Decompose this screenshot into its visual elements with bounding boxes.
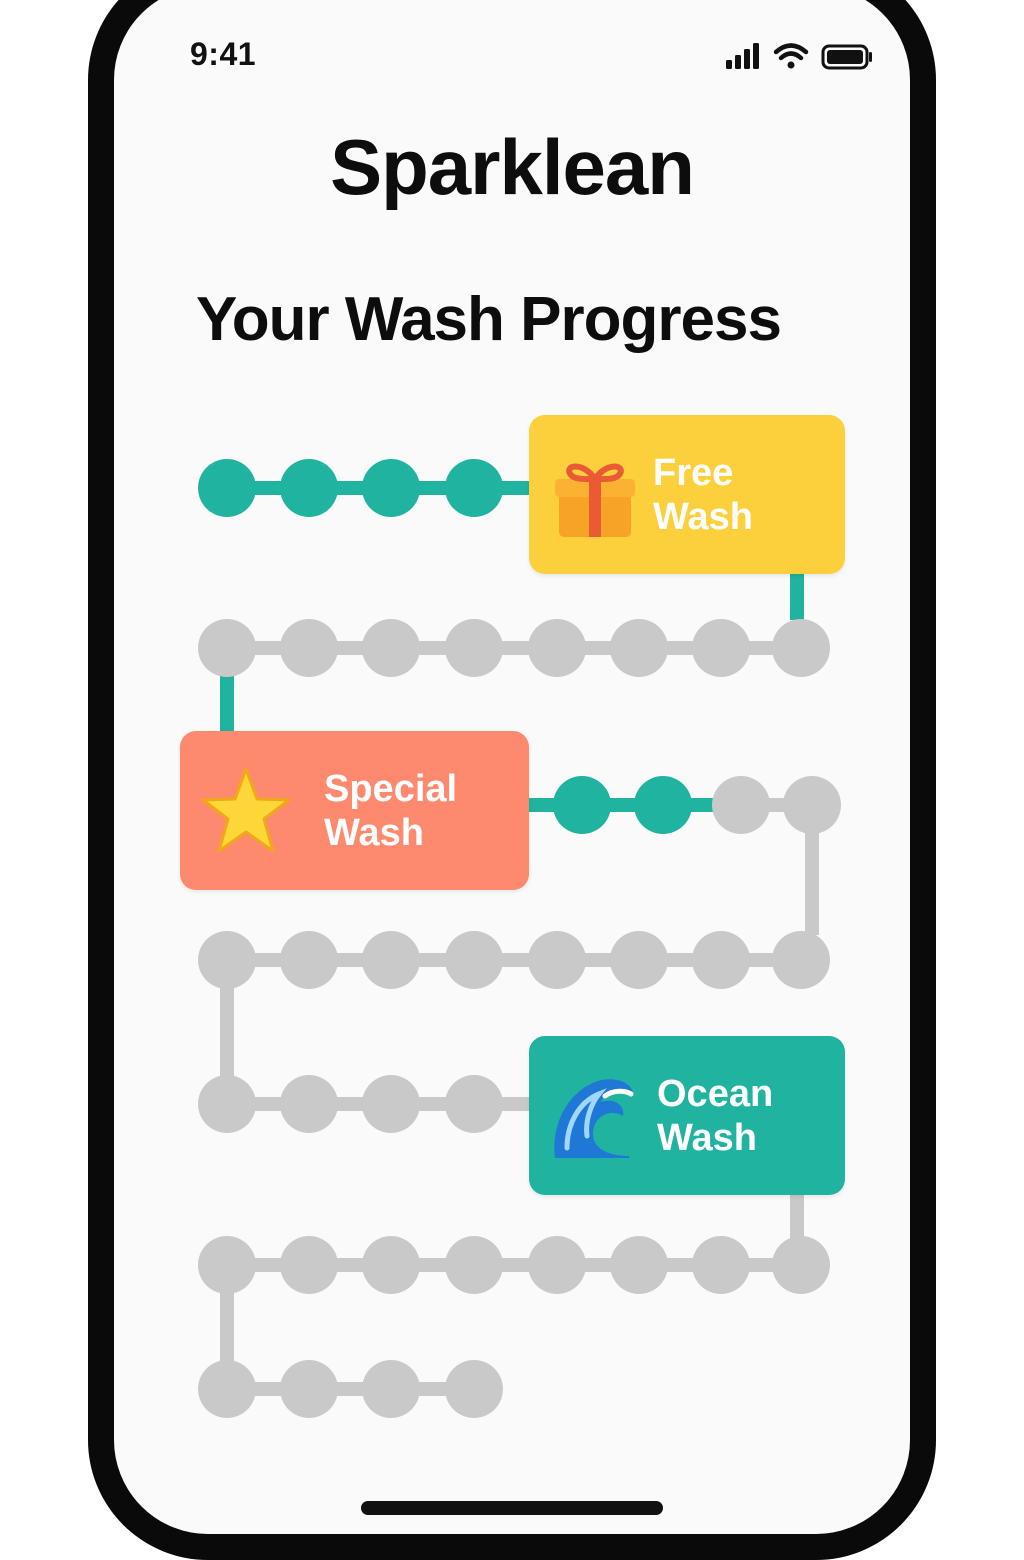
wash-dot-pending — [362, 619, 420, 677]
wash-dot-pending — [280, 619, 338, 677]
wash-dot-pending — [445, 619, 503, 677]
wash-dot-pending — [362, 1075, 420, 1133]
wash-dot-pending — [445, 1360, 503, 1418]
wash-dot-pending — [445, 931, 503, 989]
wash-dot-completed — [198, 459, 256, 517]
wash-dot-pending — [783, 776, 841, 834]
wash-dot-pending — [198, 1360, 256, 1418]
wash-dot-pending — [280, 1360, 338, 1418]
wash-dot-pending — [528, 619, 586, 677]
reward-label: Free Wash — [653, 451, 753, 538]
wash-dot-pending — [772, 1236, 830, 1294]
wash-dot-pending — [362, 931, 420, 989]
wash-dot-pending — [198, 619, 256, 677]
wave-icon — [554, 1078, 634, 1158]
wash-dot-pending — [528, 931, 586, 989]
reward-free-wash[interactable]: Free Wash — [529, 415, 845, 574]
wash-dot-completed — [553, 776, 611, 834]
wash-dot-pending — [280, 931, 338, 989]
wash-dot-pending — [772, 931, 830, 989]
wash-dot-pending — [610, 1236, 668, 1294]
reward-special-wash[interactable]: Special Wash — [180, 731, 529, 890]
reward-ocean-wash[interactable]: Ocean Wash — [529, 1036, 845, 1195]
gift-icon — [555, 463, 635, 537]
wash-dot-pending — [712, 776, 770, 834]
wash-dot-pending — [610, 619, 668, 677]
wash-dot-completed — [445, 459, 503, 517]
wash-dot-pending — [445, 1075, 503, 1133]
wash-dot-completed — [634, 776, 692, 834]
wash-dot-pending — [198, 1236, 256, 1294]
wash-dot-pending — [198, 1075, 256, 1133]
home-indicator[interactable] — [361, 1501, 663, 1515]
wash-dot-pending — [692, 931, 750, 989]
wash-dot-pending — [772, 619, 830, 677]
wash-dot-pending — [528, 1236, 586, 1294]
wash-dot-pending — [362, 1360, 420, 1418]
wash-dot-pending — [198, 931, 256, 989]
reward-label: Ocean Wash — [657, 1072, 774, 1159]
wash-dot-pending — [692, 1236, 750, 1294]
wash-dot-completed — [362, 459, 420, 517]
wash-dot-pending — [445, 1236, 503, 1294]
wash-dot-pending — [692, 619, 750, 677]
wash-dot-pending — [610, 931, 668, 989]
reward-label: Special Wash — [324, 767, 458, 854]
wash-dot-completed — [280, 459, 338, 517]
wash-dot-pending — [280, 1075, 338, 1133]
wash-dot-pending — [362, 1236, 420, 1294]
star-icon — [201, 767, 291, 852]
track-dots — [198, 459, 841, 1418]
wash-dot-pending — [280, 1236, 338, 1294]
